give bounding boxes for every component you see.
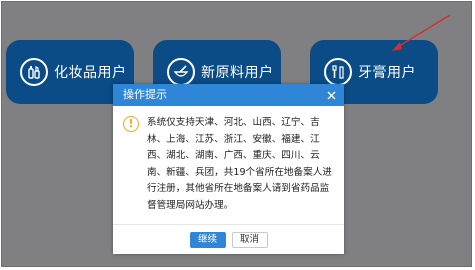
annotation-arrow bbox=[392, 14, 451, 51]
dialog-message: 系统仅支持天津、河北、山西、辽宁、吉林、上海、江苏、浙江、安徽、福建、江西、湖北… bbox=[147, 117, 332, 211]
mortar-pestle-icon bbox=[167, 58, 195, 86]
warning-icon: ! bbox=[123, 116, 139, 132]
alert-dialog: 操作提示 ! 系统仅支持天津、河北、山西、辽宁、吉林、上海、江苏、浙江、安徽、福… bbox=[113, 84, 344, 254]
toothbrush-icon bbox=[324, 58, 352, 86]
close-icon[interactable] bbox=[324, 84, 338, 106]
tile-label: 牙膏用户 bbox=[358, 65, 416, 81]
tile-label: 化妆品用户 bbox=[54, 65, 127, 81]
dialog-header: 操作提示 bbox=[113, 84, 344, 106]
continue-button[interactable]: 继续 bbox=[189, 231, 226, 248]
dialog-footer: 继续 取消 bbox=[113, 224, 344, 254]
cancel-button[interactable]: 取消 bbox=[231, 231, 268, 248]
tile-label: 新原料用户 bbox=[201, 65, 274, 81]
cosmetics-icon bbox=[20, 58, 48, 86]
dialog-body: ! 系统仅支持天津、河北、山西、辽宁、吉林、上海、江苏、浙江、安徽、福建、江西、… bbox=[113, 106, 344, 221]
dialog-title: 操作提示 bbox=[123, 88, 167, 101]
